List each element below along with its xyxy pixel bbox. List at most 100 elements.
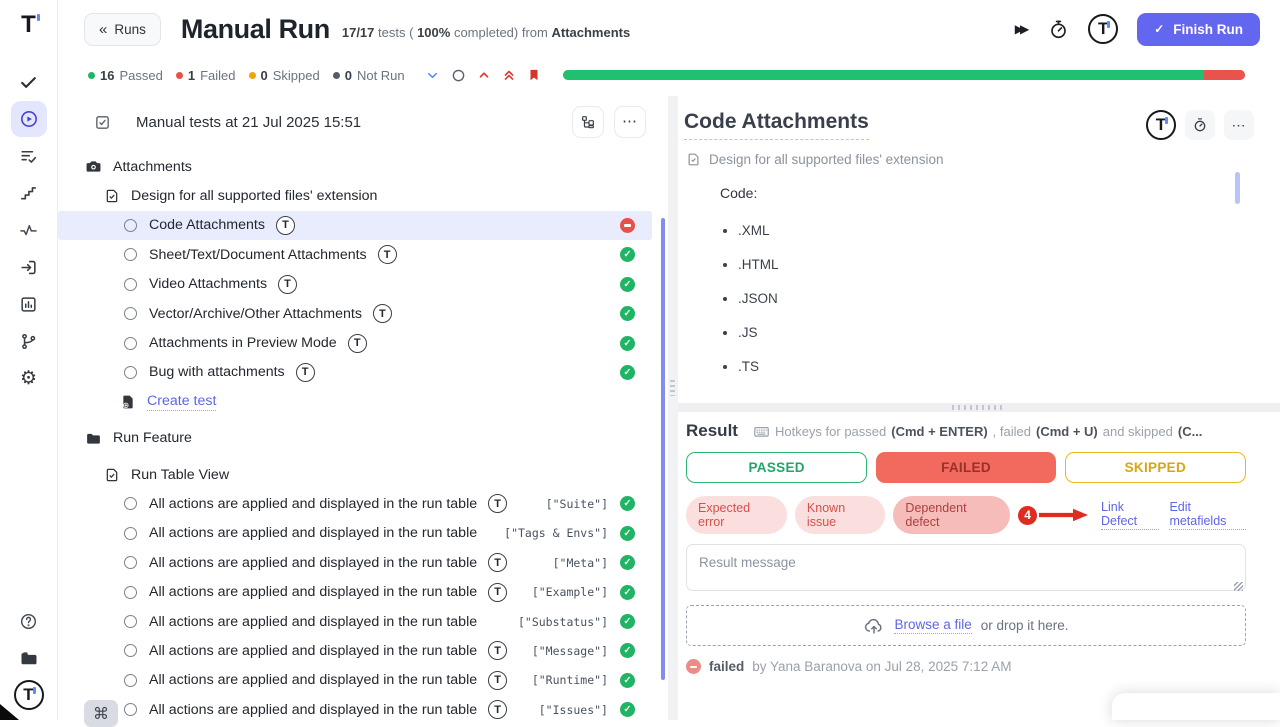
suite-row-run-feature[interactable]: Run Feature: [58, 424, 652, 453]
test-more-button[interactable]: ⋯: [1224, 110, 1254, 140]
test-row-run-table-runtime[interactable]: All actions are applied and displayed in…: [58, 666, 652, 695]
textarea-resize-handle[interactable]: [1234, 582, 1243, 591]
fast-forward-icon[interactable]: ▶▶: [1015, 22, 1029, 36]
edit-metafields-link[interactable]: Edit metafields: [1169, 500, 1246, 530]
last-result-line: failed by Yana Baranova on Jul 28, 2025 …: [686, 659, 1246, 674]
projects-folder-icon[interactable]: [11, 640, 47, 676]
test-row-run-table-issues[interactable]: All actions are applied and displayed in…: [58, 695, 652, 724]
chip-expected-error[interactable]: Expected error: [686, 496, 787, 534]
chip-known-issue[interactable]: Known issue: [795, 496, 886, 534]
nav-plans-list-check-icon[interactable]: [11, 138, 47, 174]
test-tag: ["Message"]: [532, 644, 608, 658]
filter-circle-icon[interactable]: [451, 68, 466, 83]
result-section: Result Hotkeys for passed (Cmd + ENTER) …: [678, 412, 1280, 674]
file-dropzone[interactable]: Browse a file or drop it here.: [686, 605, 1246, 646]
file-icon: [686, 152, 701, 167]
skipped-button[interactable]: SKIPPED: [1065, 452, 1246, 483]
nav-analytics-chart-icon[interactable]: [11, 286, 47, 322]
progress-red: [1204, 70, 1245, 80]
chip-dependent-defect[interactable]: Dependent defect: [893, 496, 1010, 534]
testomat-badge-icon: T: [488, 700, 507, 719]
testomat-badge-icon: T: [348, 334, 367, 353]
user-avatar-logo-icon[interactable]: T: [1088, 14, 1118, 44]
code-label: Code:: [720, 185, 1280, 201]
passed-button[interactable]: PASSED: [686, 452, 867, 483]
test-row-run-table-message[interactable]: All actions are applied and displayed in…: [58, 636, 652, 665]
test-label: Bug with attachments: [149, 364, 285, 380]
testomat-badge-icon: T: [488, 494, 507, 513]
test-label: Attachments in Preview Mode: [149, 335, 337, 351]
link-defect-link[interactable]: Link Defect: [1101, 500, 1159, 530]
feature-row-design[interactable]: Design for all supported files' extensio…: [58, 181, 652, 210]
nav-runs-play-icon[interactable]: [11, 101, 47, 137]
test-row-vector-archive-other[interactable]: Vector/Archive/Other Attachments T ✓: [58, 299, 652, 328]
tree-scrollbar[interactable]: [661, 218, 665, 680]
suite-row-attachments[interactable]: Attachments: [58, 152, 652, 181]
bookmark-icon[interactable]: [527, 68, 541, 82]
nav-tests-check-icon[interactable]: [11, 64, 47, 100]
test-row-attachments-preview-mode[interactable]: Attachments in Preview Mode T ✓: [58, 328, 652, 357]
testomat-badge-icon: T: [378, 245, 397, 264]
test-row-sheet-text-document[interactable]: Sheet/Text/Document Attachments T ✓: [58, 240, 652, 269]
nav-import-icon[interactable]: [11, 249, 47, 285]
timer-stopwatch-icon[interactable]: [1048, 19, 1069, 40]
test-row-run-table-meta[interactable]: All actions are applied and displayed in…: [58, 548, 652, 577]
extension-item: .TS: [738, 359, 1280, 374]
nav-milestones-stairs-icon[interactable]: [11, 175, 47, 211]
app-logo-icon[interactable]: T: [16, 12, 42, 38]
test-tag: ["Runtime"]: [532, 673, 608, 687]
test-row-run-table-tags-envs[interactable]: All actions are applied and displayed in…: [58, 519, 652, 548]
test-title[interactable]: Code Attachments: [684, 110, 869, 140]
result-resize-divider[interactable]: [678, 403, 1280, 412]
create-test-row[interactable]: Create test: [58, 387, 652, 416]
back-to-runs-button[interactable]: « Runs: [84, 13, 161, 46]
test-timer-button[interactable]: [1185, 110, 1215, 140]
test-tree-panel: Manual tests at 21 Jul 2025 15:51 ⋯ Atta…: [58, 96, 668, 720]
nav-pulse-activity-icon[interactable]: [11, 212, 47, 248]
run-status-bar: 16Passed 1Failed 0Skipped 0Not Run: [58, 62, 1280, 88]
test-detail-panel: Code Attachments T ⋯ Design for all supp…: [678, 96, 1280, 720]
extension-item: .JSON: [738, 291, 1280, 306]
testomat-badge-icon: T: [488, 583, 507, 602]
result-message-input[interactable]: [686, 544, 1246, 591]
test-row-code-attachments[interactable]: Code Attachments T: [58, 211, 652, 240]
failed-button[interactable]: FAILED: [876, 452, 1055, 483]
tree-view-button[interactable]: [572, 106, 604, 138]
status-passed-icon: ✓: [620, 673, 635, 688]
priority-double-up-icon[interactable]: [502, 68, 516, 82]
description-scrollbar[interactable]: [1235, 172, 1240, 204]
test-row-run-table-suite[interactable]: All actions are applied and displayed in…: [58, 489, 652, 518]
create-test-link[interactable]: Create test: [147, 393, 216, 411]
suite-label: Run Feature: [113, 430, 192, 446]
test-bullet-icon: [124, 556, 137, 569]
folder-icon: [85, 430, 102, 447]
nav-settings-gear-icon[interactable]: ⚙: [11, 360, 47, 396]
browse-file-link[interactable]: Browse a file: [894, 617, 971, 634]
status-passed-icon: ✓: [620, 614, 635, 629]
test-bullet-icon: [124, 219, 137, 232]
panel-split-divider[interactable]: [668, 96, 678, 720]
feature-row-run-table-view[interactable]: Run Table View: [58, 460, 652, 489]
failed-minus-icon: [686, 659, 701, 674]
test-tag: ["Example"]: [532, 585, 608, 599]
testomat-badge-icon: T: [296, 363, 315, 382]
collapse-chevron-down-icon[interactable]: [425, 68, 440, 83]
test-row-run-table-substatus[interactable]: All actions are applied and displayed in…: [58, 607, 652, 636]
nav-branch-git-icon[interactable]: [11, 323, 47, 359]
test-owner-logo-icon[interactable]: T: [1146, 110, 1176, 140]
test-row-bug-with-attachments[interactable]: Bug with attachments T ✓: [58, 358, 652, 387]
status-passed-icon: ✓: [620, 585, 635, 600]
run-title[interactable]: Manual tests at 21 Jul 2025 15:51: [136, 114, 361, 131]
priority-up-icon[interactable]: [477, 68, 491, 82]
test-row-run-table-example[interactable]: All actions are applied and displayed in…: [58, 577, 652, 606]
test-breadcrumb: Design for all supported files' extensio…: [678, 140, 1280, 167]
failed-dot-icon: [176, 72, 183, 79]
test-row-video-attachments[interactable]: Video Attachments T ✓: [58, 270, 652, 299]
test-bullet-icon: [124, 644, 137, 657]
file-check-icon: [104, 467, 120, 483]
tree-more-button[interactable]: ⋯: [614, 106, 646, 138]
finish-run-button[interactable]: ✓ Finish Run: [1137, 13, 1260, 46]
help-icon[interactable]: [11, 603, 47, 639]
progress-green: [563, 70, 1204, 80]
floating-widget[interactable]: [1112, 693, 1280, 720]
